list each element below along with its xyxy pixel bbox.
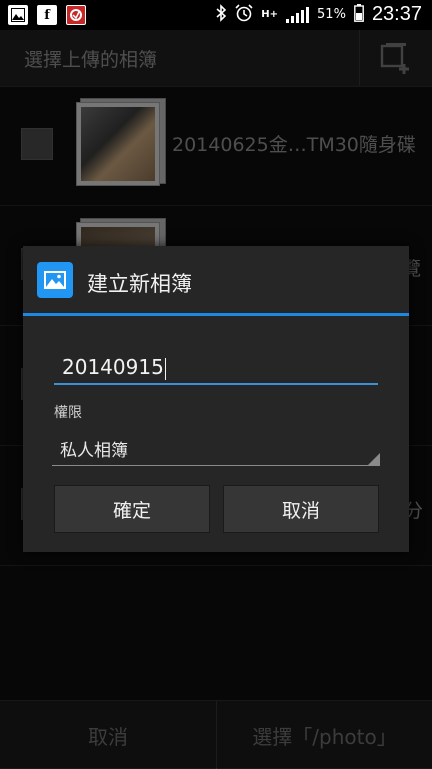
text-cursor	[164, 357, 166, 380]
notification-icons: f	[8, 5, 86, 25]
dialog-title: 建立新相簿	[87, 272, 192, 296]
permission-select[interactable]: 私人相簿	[52, 428, 380, 466]
facebook-icon: f	[37, 5, 57, 25]
gallery-icon	[8, 5, 28, 25]
dialog-header: 建立新相簿	[23, 246, 409, 316]
app-icon	[66, 5, 86, 25]
clock: 23:37	[371, 3, 422, 25]
dialog-cancel-button[interactable]: 取消	[223, 485, 379, 533]
alarm-icon	[235, 3, 253, 26]
album-name-input[interactable]: 20140915	[54, 351, 378, 385]
status-bar: f H+ 51% 23:37	[0, 0, 432, 30]
battery-icon	[354, 3, 364, 26]
ok-button[interactable]: 確定	[54, 485, 210, 533]
permission-label: 權限	[54, 405, 82, 421]
gallery-icon	[37, 262, 73, 298]
permission-value: 私人相簿	[60, 441, 128, 461]
battery-percent: 51%	[317, 7, 346, 22]
dropdown-corner-icon	[368, 453, 380, 465]
album-name-value: 20140915	[62, 355, 164, 379]
network-type: H+	[261, 8, 279, 20]
signal-icon	[286, 6, 310, 23]
bluetooth-icon	[215, 3, 227, 26]
create-album-dialog: 建立新相簿 20140915 權限 私人相簿 確定 取消	[23, 246, 409, 552]
